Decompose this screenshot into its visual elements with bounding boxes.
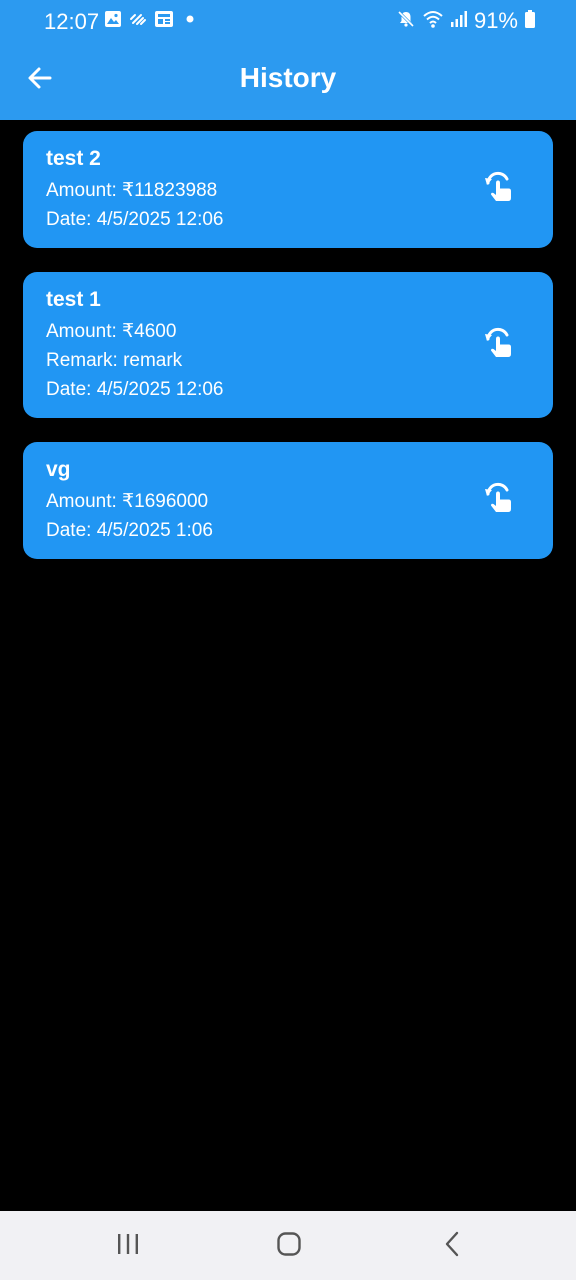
wifi-icon: [422, 9, 444, 34]
history-title: vg: [46, 458, 71, 481]
history-title: test 2: [46, 147, 101, 170]
restore-touch-icon: [483, 481, 515, 520]
mute-icon: [396, 9, 416, 34]
history-remark: Remark: remark: [46, 350, 183, 371]
status-notification-icons: [104, 10, 199, 33]
history-amount: Amount: ₹1696000: [46, 491, 209, 512]
status-time: 12:07: [44, 9, 100, 34]
history-date: Date: 4/5/2025 12:06: [46, 379, 224, 400]
history-date: Date: 4/5/2025 12:06: [46, 209, 224, 230]
history-card[interactable]: test 1 Amount: ₹4600 Remark: remark Date…: [23, 272, 553, 418]
history-title: test 1: [46, 288, 101, 311]
restore-touch-icon: [483, 326, 515, 365]
history-amount: Amount: ₹11823988: [46, 180, 218, 201]
history-card[interactable]: vg Amount: ₹1696000 Date: 4/5/2025 1:06: [23, 442, 553, 559]
restore-button[interactable]: [479, 170, 519, 210]
battery-percentage: 91%: [473, 8, 518, 33]
cell-signal-icon: [450, 10, 468, 33]
news-icon: [154, 10, 174, 33]
image-icon: [104, 10, 122, 33]
signal-activity-icon: [129, 10, 147, 33]
status-bar: 12:07 91%: [0, 0, 576, 42]
restore-touch-icon: [483, 170, 515, 209]
restore-button[interactable]: [479, 481, 519, 521]
home-icon: [276, 1231, 302, 1262]
system-back-button[interactable]: [432, 1229, 472, 1263]
recents-button[interactable]: [108, 1229, 148, 1263]
page-title: History: [239, 62, 337, 93]
history-list: test 2 Amount: ₹11823988 Date: 4/5/2025 …: [23, 131, 553, 583]
system-navigation-bar: [0, 1211, 576, 1280]
history-screen: 12:07 91% History test 2 Amount: ₹118239…: [0, 0, 576, 1280]
restore-button[interactable]: [479, 325, 519, 365]
history-date: Date: 4/5/2025 1:06: [46, 520, 213, 541]
history-amount: Amount: ₹4600: [46, 321, 177, 342]
status-system-icons: 91%: [396, 8, 536, 34]
history-card[interactable]: test 2 Amount: ₹11823988 Date: 4/5/2025 …: [23, 131, 553, 248]
home-button[interactable]: [269, 1229, 309, 1263]
dot-icon: [181, 10, 199, 33]
app-bar: History: [0, 42, 576, 120]
battery-icon: [524, 9, 536, 34]
top-header: 12:07 91% History: [0, 0, 576, 120]
recents-icon: [115, 1232, 141, 1261]
chevron-left-icon: [441, 1231, 463, 1262]
